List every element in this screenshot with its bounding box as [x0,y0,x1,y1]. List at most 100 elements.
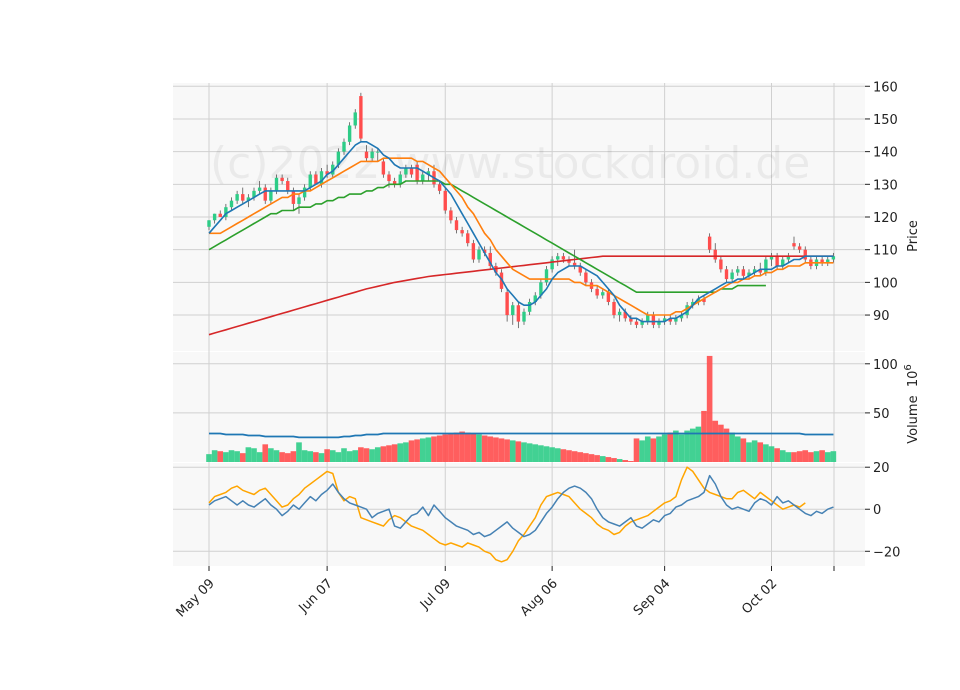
candle-body [612,301,616,316]
volume-bar [808,452,814,462]
volume-bar [819,450,825,462]
volume-bar [515,441,522,462]
volume-bar [256,452,263,462]
candle-body [229,200,234,208]
volume-bar [701,410,707,462]
volume-bar [453,432,460,462]
candle-body [347,125,352,142]
volume-bar [245,447,252,462]
volume-bar [380,446,387,462]
x-tick-label: Oct 02 [739,576,780,617]
candle-body [646,315,650,322]
volume-bar [239,453,246,462]
candle-body [212,213,217,221]
candle-body [218,213,222,217]
candle-body [274,177,279,191]
volume-bar [830,451,837,462]
volume-bar [706,355,713,462]
candle-body [359,96,363,139]
candle-body [516,305,521,322]
candle-body [730,272,734,280]
candle-body [460,230,464,234]
volume-bar [521,442,527,462]
volume-bar [425,437,432,462]
volume-bar [487,436,494,462]
candle-body [454,220,459,231]
volume-bar [448,433,454,462]
volume-bar [397,443,404,462]
candle-body [437,184,442,191]
candle-body [634,321,639,325]
volume-bar [678,434,685,462]
candle-body [376,151,380,153]
volume-bar [543,446,550,462]
candle-body [601,292,605,296]
volume-bar [481,435,488,462]
volume-bar [504,439,510,462]
volume-bar [251,448,257,462]
y-tick-label: 120 [873,211,898,226]
candle-body [207,220,211,227]
volume-bar [526,443,533,462]
candle-body [522,311,526,322]
y-tick-label: 0 [873,503,881,518]
candle-body [803,249,807,260]
volume-bar [554,448,561,462]
candle-body [302,187,307,198]
candle-body [409,167,414,175]
volume-bar [791,452,797,462]
volume-bar [757,442,764,462]
volume-bar [532,444,539,462]
y-tick-label: 110 [873,244,898,259]
volume-bar [498,438,505,462]
volume-bar [211,450,218,462]
candle-body [719,259,723,270]
candle-body [775,256,779,267]
volume-bar [284,453,291,462]
y-tick-label: 20 [873,461,890,476]
volume-bar [464,432,471,462]
volume-bar [583,453,589,462]
watermark-text: (c)2022 www.stockdroid.de [210,138,810,189]
candle-body [797,246,802,250]
volume-bar [262,444,269,462]
volume-bar [684,430,690,462]
volume-bar [374,447,381,462]
volume-bar [813,451,820,462]
volume-bar [436,435,443,462]
candle-body [595,288,599,296]
volume-bar [768,446,775,462]
volume-bar [386,445,392,462]
candle-body [527,301,532,312]
candle-body [443,190,447,211]
volume-bar [599,456,606,462]
volume-bar [313,452,319,462]
volume-bar [571,451,578,462]
volume-bar [290,451,297,462]
volume-bar [346,451,353,462]
candle-body [707,236,712,250]
volume-bar [273,450,280,462]
volume-bar [740,438,747,462]
volume-bar [335,452,342,462]
volume-axis-label: Volume 106 [903,364,921,444]
candle-body [651,315,656,325]
candle-body [741,269,746,276]
candle-body [550,259,554,270]
candle-body [724,269,729,280]
x-tick-label: May 09 [174,576,218,620]
volume-bar [746,442,752,462]
candle-body [353,112,357,126]
candle-body [556,256,560,260]
candle-body [269,190,273,201]
volume-bar [644,436,651,462]
volume-bar [796,451,803,462]
candle-body [713,249,717,260]
volume-bar [628,461,634,462]
volume-bar [352,450,359,462]
volume-bar [217,451,224,462]
y-tick-label: 150 [873,113,898,128]
y-tick-label: 140 [873,146,898,161]
volume-bar [785,452,792,462]
volume-bar [341,448,347,462]
